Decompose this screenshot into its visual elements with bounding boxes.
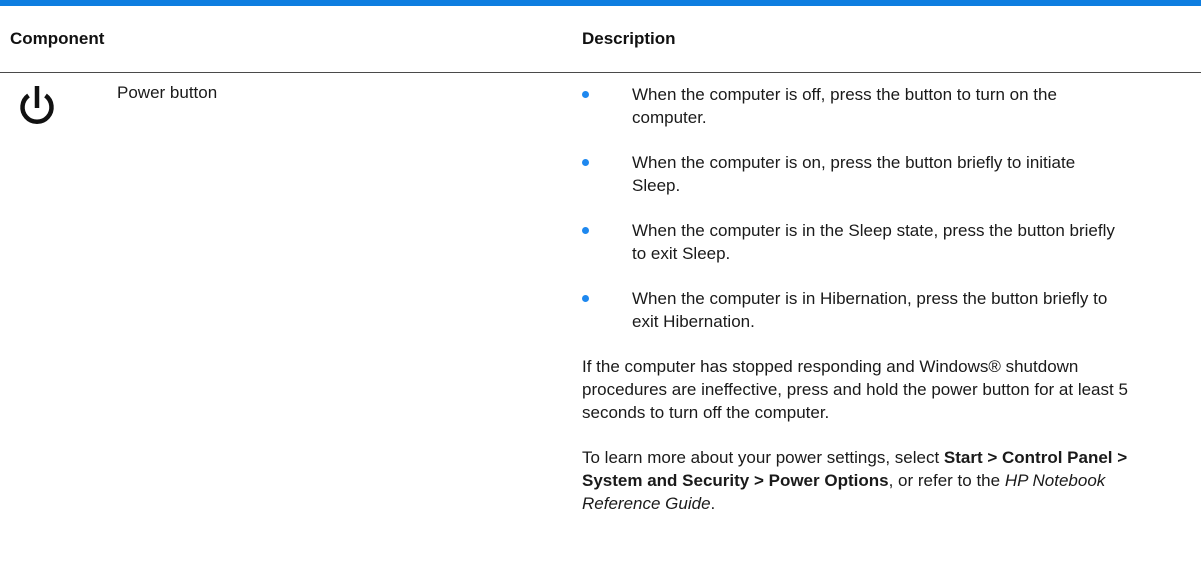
bullet-dot-icon xyxy=(582,227,589,234)
description-bullets: When the computer is off, press the butt… xyxy=(582,83,1182,333)
bullet-item: When the computer is in Hibernation, pre… xyxy=(582,287,1122,333)
bullet-item: When the computer is off, press the butt… xyxy=(582,83,1122,129)
description-column-header: Description xyxy=(582,29,676,48)
settings-middle: , or refer to the xyxy=(888,471,1005,490)
power-settings-paragraph: To learn more about your power settings,… xyxy=(582,446,1162,515)
description-cell: When the computer is off, press the butt… xyxy=(582,83,1182,537)
settings-prefix: To learn more about your power settings,… xyxy=(582,448,944,467)
component-name: Power button xyxy=(117,83,218,102)
bullet-dot-icon xyxy=(582,159,589,166)
bullet-item: When the computer is in the Sleep state,… xyxy=(582,219,1122,265)
bullet-text: When the computer is in the Sleep state,… xyxy=(632,221,1115,263)
table-header-row: Component Description xyxy=(0,6,1201,73)
component-column-header: Component xyxy=(10,29,105,48)
bullet-dot-icon xyxy=(582,295,589,302)
power-icon xyxy=(12,82,62,132)
bullet-text: When the computer is off, press the butt… xyxy=(632,85,1057,127)
bullet-text: When the computer is on, press the butto… xyxy=(632,153,1076,195)
unresponsive-instructions: If the computer has stopped responding a… xyxy=(582,357,1128,422)
bullet-item: When the computer is on, press the butto… xyxy=(582,151,1122,197)
bullet-text: When the computer is in Hibernation, pre… xyxy=(632,289,1108,331)
settings-suffix: . xyxy=(710,494,716,513)
bullet-dot-icon xyxy=(582,91,589,98)
